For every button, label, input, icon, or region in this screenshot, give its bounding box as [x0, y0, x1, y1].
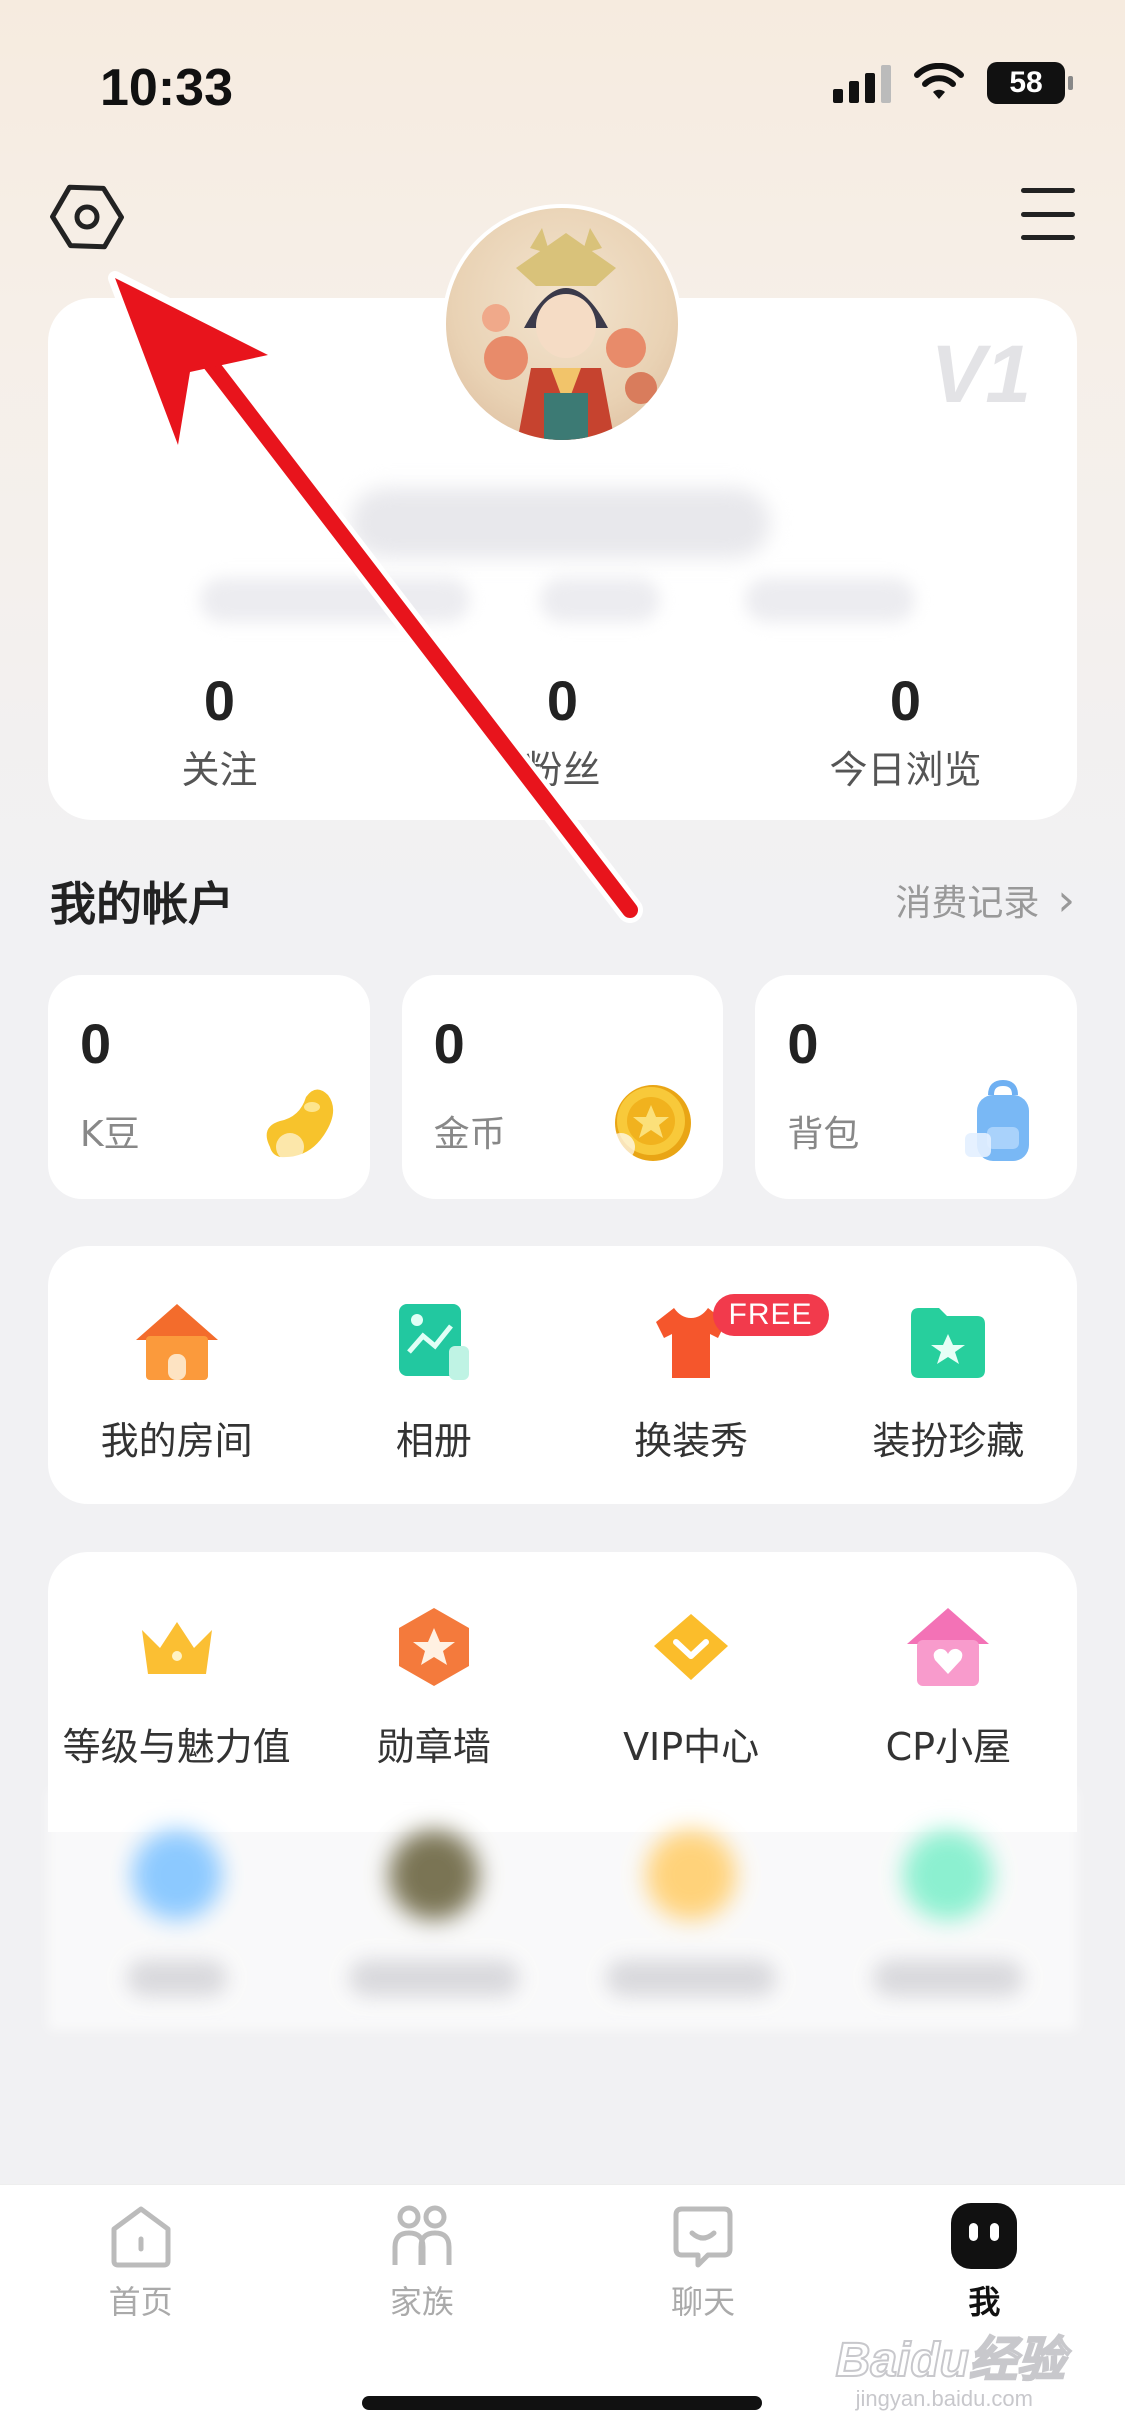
account-card-coins[interactable]: 0 金币: [401, 975, 724, 1199]
account-card-backpack[interactable]: 0 背包: [755, 975, 1078, 1199]
feature-label: 换装秀: [634, 1419, 749, 1463]
family-icon: [392, 2205, 452, 2265]
feature-medal-wall[interactable]: 勋章墙: [305, 1552, 562, 1771]
menu-icon[interactable]: [1021, 188, 1075, 240]
account-value: 0: [787, 1012, 819, 1075]
spending-records-label: 消费记录: [895, 883, 1040, 924]
stat-label: 今日浏览: [829, 748, 982, 792]
feature-label: VIP中心: [623, 1725, 760, 1769]
me-icon: [951, 2203, 1018, 2269]
home-indicator[interactable]: [362, 2396, 762, 2410]
status-time: 10:33: [100, 59, 233, 117]
feature-label: 装扮珍藏: [872, 1419, 1025, 1463]
feature-outfit-collection[interactable]: 装扮珍藏: [820, 1246, 1077, 1465]
stat-label: 粉丝: [524, 748, 601, 792]
feature-cp-house[interactable]: CP小屋: [820, 1552, 1077, 1771]
feature-vip-center[interactable]: VIP中心: [563, 1552, 820, 1771]
free-badge: FREE: [712, 1294, 829, 1336]
feature-level-charm[interactable]: 等级与魅力值: [48, 1552, 305, 1771]
account-label: 金币: [433, 1114, 506, 1155]
feature-dress-up-show[interactable]: FREE 换装秀: [563, 1246, 829, 1465]
crown-icon: [141, 1622, 212, 1674]
blurred-feature-row: [48, 1790, 1077, 2030]
backpack-icon: [965, 1079, 1030, 1161]
nav-label: 聊天: [671, 2283, 736, 2321]
heart-house-icon: [907, 1608, 990, 1686]
medal-icon: [398, 1608, 469, 1686]
account-value: 0: [433, 1012, 465, 1075]
account-cards: 0 K豆 0 金币 0 背包: [48, 975, 1078, 1199]
battery-indicator: 58: [987, 62, 1073, 104]
nav-label: 家族: [389, 2283, 454, 2321]
chat-icon: [673, 2206, 733, 2268]
account-card-kdou[interactable]: 0 K豆: [48, 975, 370, 1199]
avatar[interactable]: [442, 204, 682, 444]
stat-views-today[interactable]: 0 今日浏览: [734, 668, 1077, 794]
home-icon: [111, 2206, 171, 2268]
feature-label: 相册: [395, 1419, 472, 1463]
level-badge: V1: [930, 329, 1031, 420]
stat-label: 关注: [181, 748, 258, 792]
status-icons: 58: [833, 62, 1073, 104]
stat-value: 0: [203, 669, 236, 732]
feature-label: 等级与魅力值: [62, 1725, 291, 1769]
coin-icon: [607, 1085, 692, 1161]
nav-home[interactable]: 首页: [0, 2185, 281, 2436]
folder-star-icon: [911, 1308, 986, 1378]
nav-label: 首页: [108, 2283, 173, 2321]
user-tag-blurred: [540, 578, 660, 622]
watermark-url: jingyan.baidu.com: [855, 2386, 1033, 2411]
nav-label: 我: [968, 2283, 1001, 2321]
feature-my-room[interactable]: 我的房间: [48, 1246, 305, 1465]
user-id-blurred: [200, 578, 470, 622]
stat-value: 0: [889, 669, 922, 732]
profile-stats: 0 关注 0 粉丝 0 今日浏览: [48, 668, 1077, 794]
house-icon: [135, 1304, 218, 1380]
feature-label: CP小屋: [885, 1725, 1012, 1769]
account-label: K豆: [80, 1114, 140, 1155]
feature-label: 勋章墙: [376, 1725, 491, 1769]
avatar-illustration: [482, 228, 657, 440]
username-blurred: [350, 488, 770, 558]
stat-value: 0: [546, 669, 579, 732]
feature-card-primary: 我的房间 相册 FREE 换装秀 装扮珍藏: [48, 1246, 1077, 1504]
wifi-icon: [914, 63, 964, 99]
user-location-blurred: [745, 578, 915, 622]
feature-album[interactable]: 相册: [305, 1246, 562, 1465]
stat-fans[interactable]: 0 粉丝: [391, 668, 734, 794]
spending-records-link[interactable]: 消费记录 ›: [895, 874, 1075, 926]
watermark: Baidu经验: [835, 2333, 1066, 2388]
stat-following[interactable]: 0 关注: [48, 668, 391, 794]
account-label: 背包: [787, 1114, 860, 1155]
cellular-signal-icon: [833, 63, 891, 103]
account-section-title: 我的帐户: [50, 877, 234, 931]
account-value: 0: [80, 1012, 112, 1075]
settings-hexagon-icon[interactable]: [50, 180, 124, 254]
feature-label: 我的房间: [100, 1419, 253, 1463]
chevron-right-icon: ›: [1057, 874, 1075, 926]
vip-diamond-icon: [654, 1614, 729, 1680]
album-icon: [398, 1304, 469, 1380]
bean-icon: [266, 1089, 333, 1161]
